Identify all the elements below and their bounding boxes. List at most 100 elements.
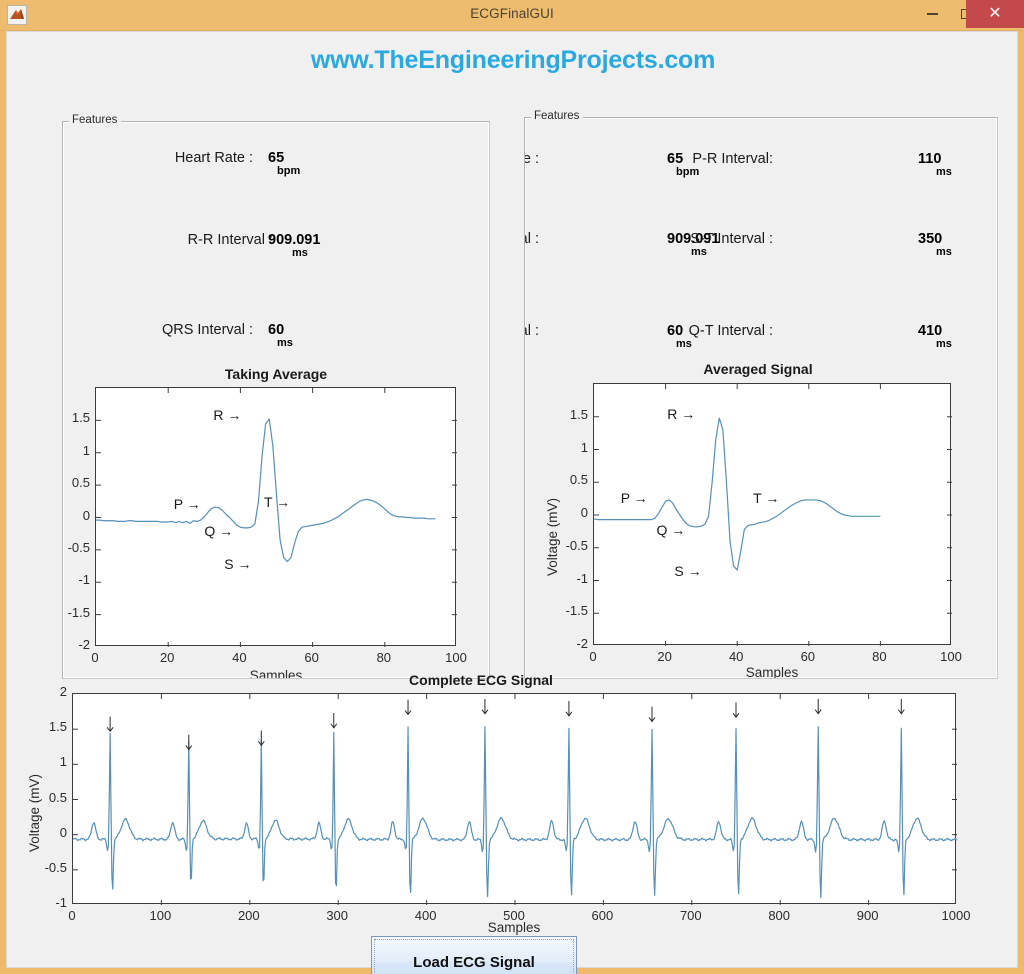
feature-label: R-R Interval : — [187, 232, 273, 248]
wave-annotation: S → — [674, 562, 702, 579]
feature-label: S-T Interval : — [690, 231, 773, 247]
y-tick-label: 1 — [580, 439, 588, 455]
x-tick-label: 500 — [503, 908, 525, 923]
feature-unit: ms — [936, 246, 952, 258]
plot-area — [72, 693, 958, 905]
ecg-trace — [96, 418, 436, 563]
x-tick-label: 0 — [68, 908, 76, 923]
y-tick-label: -1 — [78, 572, 90, 588]
chart-title: Complete ECG Signal — [409, 672, 553, 688]
minimize-button[interactable] — [916, 0, 948, 28]
x-tick-label: 200 — [237, 908, 260, 923]
y-tick-label: 2 — [59, 684, 67, 699]
feature-unit: ms — [277, 337, 293, 349]
r-peak-marker — [897, 698, 905, 715]
r-peak-marker — [814, 698, 822, 715]
feature-unit: bpm — [277, 165, 301, 177]
close-button[interactable]: ✕ — [966, 0, 1024, 28]
x-tick-label: 0 — [91, 650, 99, 665]
signal-plot — [72, 694, 958, 905]
x-tick-label: 800 — [768, 908, 791, 923]
r-peak-marker — [481, 698, 489, 715]
y-tick-label: 1.5 — [569, 406, 588, 422]
x-tick-label: 0 — [589, 649, 597, 664]
wave-annotation: Q → — [204, 522, 234, 539]
y-tick-label: -0.5 — [67, 539, 90, 555]
y-tick-label: -1 — [576, 570, 588, 586]
r-peak-marker — [106, 716, 114, 733]
feature-unit: ms — [691, 246, 707, 258]
x-tick-label: 40 — [232, 650, 247, 665]
feature-unit: bpm — [676, 166, 700, 178]
y-axis-label: Voltage (mV) — [27, 773, 42, 852]
panel-title: Features — [69, 114, 122, 126]
ecg-trace — [72, 726, 958, 899]
feature-value: 110 — [918, 151, 942, 167]
chart-complete-ecg: Complete ECG Signal Voltage (mV) Samples… — [21, 672, 1005, 935]
y-tick-label: 1.5 — [71, 410, 90, 426]
panel-body: Heart Rate : 65 bpm R-R Interval : 909.0… — [63, 122, 489, 678]
title-bar: ECGFinalGUI ✕ — [0, 0, 1024, 31]
feature-label: Heart Rate : — [525, 151, 539, 167]
plot-area — [593, 383, 952, 646]
minimize-icon — [926, 13, 938, 15]
client-area: www.TheEngineeringProjects.com Features … — [6, 31, 1018, 974]
y-tick-label: -1 — [55, 895, 67, 910]
feature-label: QRS Interval : — [525, 323, 539, 339]
y-tick-label: 0.5 — [569, 472, 588, 488]
feature-label: Q-T Interval : — [688, 323, 773, 339]
x-tick-label: 80 — [376, 650, 392, 665]
panel-body: Heart Rate : 65 bpm R-R Interval : 909.0… — [525, 118, 997, 678]
load-ecg-signal-button[interactable]: Load ECG Signal — [371, 936, 577, 974]
y-tick-label: 1.5 — [48, 719, 67, 735]
y-tick-label: 0 — [59, 824, 67, 840]
wave-annotation: P → — [620, 489, 648, 506]
features-panel-right: Features Heart Rate : 65 bpm R-R Interva… — [524, 110, 998, 679]
x-tick-label: 100 — [149, 908, 172, 923]
feature-label: P-R Interval: — [692, 151, 773, 167]
features-panel-left: Features Heart Rate : 65 bpm R-R Interva… — [62, 114, 490, 679]
feature-label: R-R Interval : — [525, 231, 539, 247]
y-tick-label: 0 — [82, 507, 90, 523]
plot-area — [95, 387, 457, 647]
x-tick-label: 400 — [414, 908, 437, 923]
x-tick-label: 40 — [728, 649, 744, 664]
x-tick-label: 100 — [445, 650, 467, 665]
feature-value: 410 — [918, 323, 943, 339]
y-tick-label: -1.5 — [565, 603, 588, 619]
y-tick-label: 1 — [82, 442, 90, 458]
y-tick-label: -1.5 — [67, 604, 90, 620]
chart-taking-average: Taking Average Samples 0 20 40 60 80 100 -2 -1.… — [63, 366, 489, 678]
chart-title: Taking Average — [224, 366, 328, 382]
window-title: ECGFinalGUI — [470, 6, 554, 21]
feature-unit: ms — [936, 338, 952, 350]
wave-annotation: T → — [263, 493, 291, 510]
x-tick-label: 60 — [304, 650, 319, 665]
y-tick-label: -2 — [78, 637, 90, 652]
x-tick-label: 20 — [657, 649, 672, 664]
r-peak-marker — [732, 702, 740, 719]
feature-label: QRS Interval : — [161, 322, 253, 338]
load-ecg-signal-label: Load ECG Signal — [413, 953, 535, 971]
y-tick-label: -0.5 — [44, 859, 67, 875]
x-tick-label: 1000 — [941, 908, 971, 923]
wave-annotation: R → — [667, 405, 696, 422]
y-tick-label: -0.5 — [565, 537, 588, 553]
feature-value: 65 — [268, 150, 285, 166]
feature-label: Heart Rate : — [174, 150, 253, 166]
panel-title: Features — [531, 110, 584, 122]
r-peak-marker — [330, 712, 338, 729]
x-tick-label: 700 — [679, 908, 702, 923]
signal-plot — [593, 384, 952, 646]
feature-value: 60 — [268, 322, 285, 338]
feature-unit: ms — [676, 338, 692, 350]
wave-annotation: S → — [224, 556, 252, 573]
y-tick-label: 0 — [580, 505, 588, 520]
x-tick-label: 60 — [800, 649, 816, 664]
feature-value: 350 — [918, 231, 943, 247]
wave-annotation: Q → — [656, 521, 686, 538]
wave-annotation: R → — [213, 407, 242, 424]
close-icon: ✕ — [988, 5, 1002, 22]
feature-unit: ms — [936, 166, 952, 178]
brand-banner: www.TheEngineeringProjects.com — [310, 46, 716, 74]
